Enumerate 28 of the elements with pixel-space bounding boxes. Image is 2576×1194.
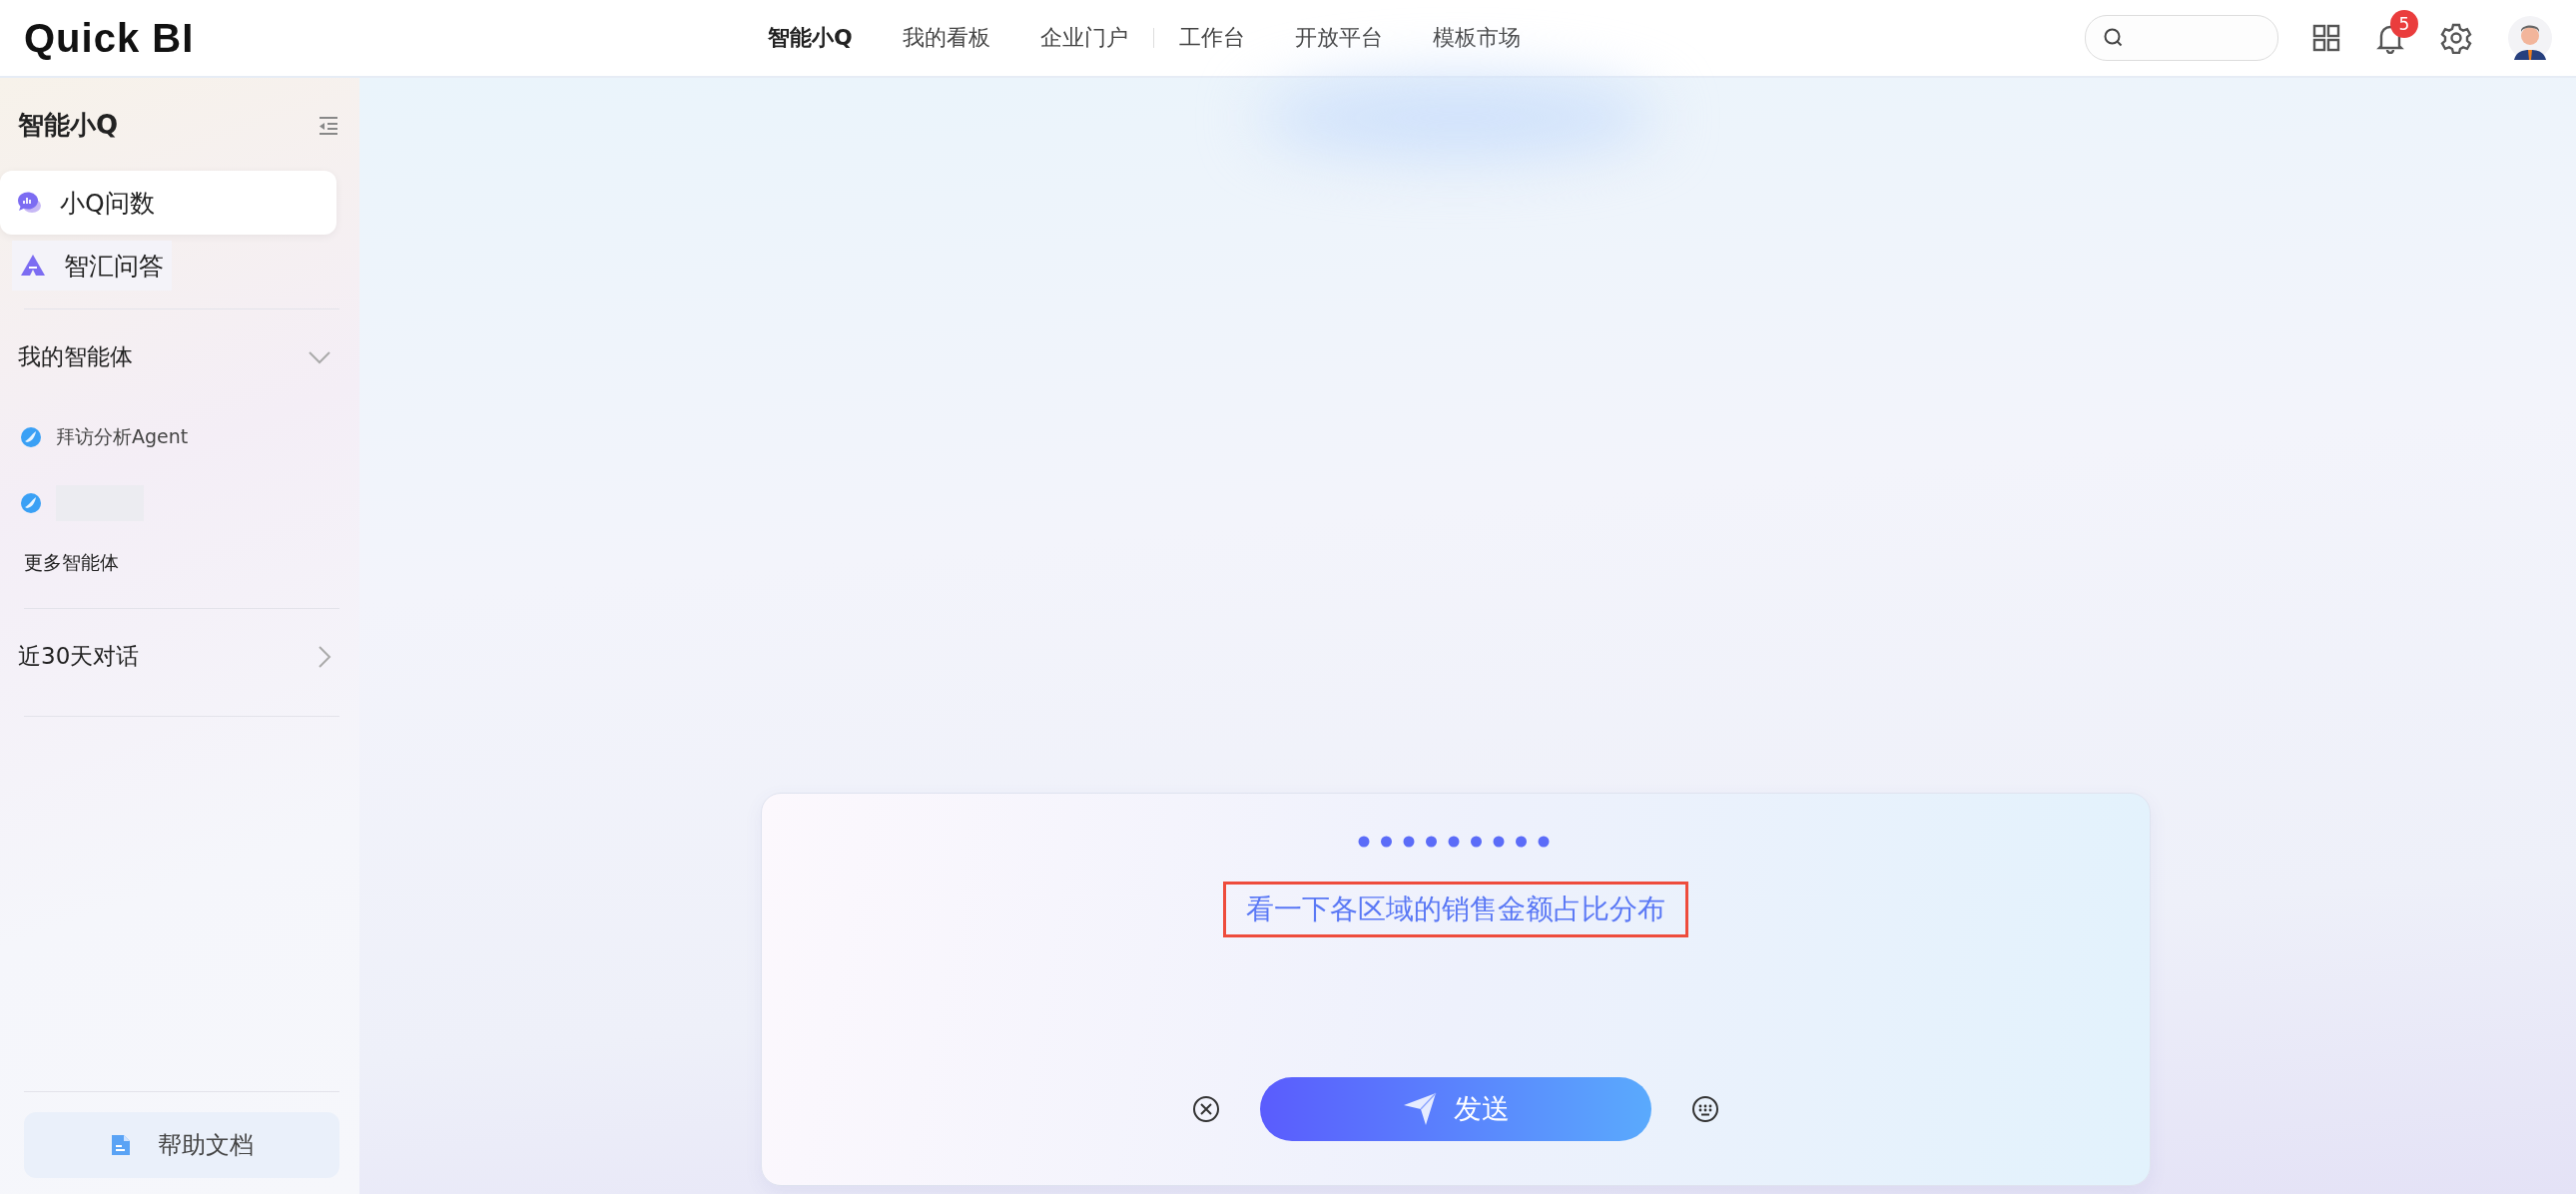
section-title: 我的智能体: [18, 342, 133, 371]
sidebar-title: 智能小Q: [18, 109, 119, 142]
logo[interactable]: Quick BI: [24, 15, 743, 61]
section-title: 近30天对话: [18, 642, 140, 671]
agent-name[interactable]: 拜访分析Agent: [56, 424, 189, 450]
settings-icon[interactable]: [2440, 22, 2472, 54]
sidebar-item[interactable]: 小Q问数: [0, 171, 336, 235]
agent-icon: [20, 492, 42, 514]
document-icon: [110, 1133, 132, 1157]
notification-badge: 5: [2390, 10, 2418, 38]
keyboard-icon[interactable]: [1690, 1095, 1719, 1123]
clear-icon[interactable]: [1191, 1095, 1220, 1123]
collapse-icon[interactable]: [318, 115, 339, 136]
nav-tab[interactable]: 企业门户: [1014, 0, 1153, 76]
grid-icon[interactable]: [2312, 24, 2340, 52]
nav-tab[interactable]: 模板市场: [1407, 0, 1546, 76]
search-field[interactable]: [2085, 15, 2278, 61]
help-docs-button[interactable]: 帮助文档: [24, 1112, 339, 1178]
sidebar-item[interactable]: 智汇问答: [12, 241, 172, 291]
more-agents-link[interactable]: 更多智能体: [0, 536, 339, 596]
nav-tab[interactable]: 开放平台: [1269, 0, 1408, 76]
triangle-logo-icon: [20, 254, 46, 278]
agent-icon: [20, 426, 42, 448]
nav-tab[interactable]: 我的看板: [877, 0, 1015, 76]
nav-tab[interactable]: 智能小Q: [743, 0, 878, 76]
avatar[interactable]: [2508, 16, 2552, 60]
chat-bubble-icon: [16, 191, 42, 215]
nav-tab[interactable]: 工作台: [1153, 0, 1270, 76]
